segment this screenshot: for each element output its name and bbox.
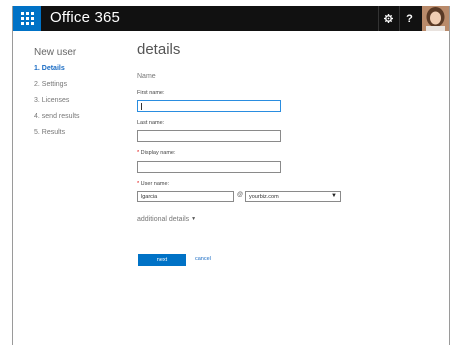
app-title[interactable]: Office 365 xyxy=(50,9,120,26)
app-launcher-button[interactable] xyxy=(13,6,41,31)
chevron-down-icon: ▼ xyxy=(331,193,337,199)
wizard-title: New user xyxy=(34,47,77,58)
user-name-label-text: User name: xyxy=(139,181,170,187)
top-bar: Office 365 ? xyxy=(13,6,449,31)
user-name-input[interactable]: lgarcia xyxy=(137,191,234,202)
domain-select[interactable]: yourbiz.com ▼ xyxy=(245,191,341,202)
step-send-results[interactable]: 4. send results xyxy=(34,112,80,128)
help-icon: ? xyxy=(406,12,413,25)
step-licenses[interactable]: 3. Licenses xyxy=(34,96,80,112)
user-name-label: * User name: xyxy=(137,181,169,187)
settings-button[interactable] xyxy=(378,6,398,31)
cancel-link[interactable]: cancel xyxy=(195,256,211,262)
first-name-label: First name: xyxy=(137,90,165,96)
last-name-input[interactable] xyxy=(137,130,281,142)
last-name-label: Last name: xyxy=(137,120,165,126)
step-details[interactable]: 1. Details xyxy=(34,64,80,80)
display-name-input[interactable] xyxy=(137,161,281,173)
step-results[interactable]: 5. Results xyxy=(34,128,80,144)
gear-icon xyxy=(384,14,393,23)
step-settings[interactable]: 2. Settings xyxy=(34,80,80,96)
display-name-label-text: Display name: xyxy=(139,150,176,156)
help-button[interactable]: ? xyxy=(399,6,419,31)
waffle-icon xyxy=(20,12,34,25)
at-sign: @ xyxy=(237,192,244,198)
next-button[interactable]: next xyxy=(138,254,186,266)
page-title: details xyxy=(137,41,181,58)
domain-select-value: yourbiz.com xyxy=(249,194,279,200)
additional-details-toggle[interactable]: additional details ▼ xyxy=(137,216,196,223)
section-label-name: Name xyxy=(137,73,156,80)
avatar[interactable] xyxy=(422,6,449,31)
chevron-down-icon: ▼ xyxy=(191,216,197,222)
app-window: Office 365 ? New user 1. Details 2. Sett… xyxy=(12,6,450,345)
display-name-label: * Display name: xyxy=(137,150,176,156)
wizard-steps: 1. Details 2. Settings 3. Licenses 4. se… xyxy=(34,64,80,144)
additional-details-label: additional details xyxy=(137,216,190,223)
first-name-input[interactable] xyxy=(137,100,281,112)
text-caret xyxy=(141,103,142,110)
